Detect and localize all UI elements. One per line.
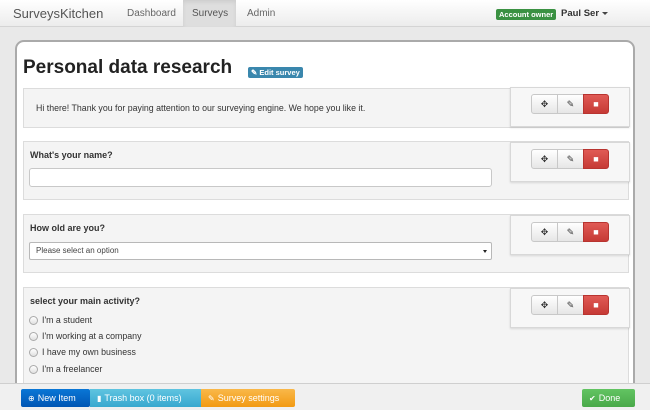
delete-button[interactable]: ■ <box>583 295 609 315</box>
check-icon: ✔ <box>589 394 596 403</box>
edit-button[interactable]: ✎ <box>557 94 584 114</box>
move-button[interactable]: ✥ <box>531 94 558 114</box>
survey-block-intro: Hi there! Thank you for paying attention… <box>23 87 630 128</box>
move-icon: ✥ <box>540 99 549 109</box>
radio-label: I'm a freelancer <box>42 364 103 374</box>
block-toolbar: ✥ ✎ ■ <box>510 142 630 182</box>
caret-down-icon <box>602 11 609 15</box>
wrench-icon: ✎ <box>208 394 215 403</box>
pencil-icon: ✎ <box>566 300 575 310</box>
edit-button[interactable]: ✎ <box>557 149 584 169</box>
move-button[interactable]: ✥ <box>531 295 558 315</box>
radio-label: I have my own business <box>42 347 136 357</box>
survey-editor-panel: Personal data research ✎ Edit survey Hi … <box>15 40 635 400</box>
done-button[interactable]: ✔ Done <box>582 389 635 407</box>
trash-icon: ■ <box>593 227 599 237</box>
question-label: How old are you? <box>30 223 106 233</box>
survey-settings-button[interactable]: ✎ Survey settings <box>201 389 295 407</box>
trash-icon: ▮ <box>97 394 102 403</box>
radio-button[interactable] <box>29 332 38 341</box>
block-toolbar: ✥ ✎ ■ <box>510 288 630 328</box>
new-item-label: New Item <box>37 393 76 403</box>
question-label: select your main activity? <box>30 296 141 306</box>
radio-button[interactable] <box>29 348 38 357</box>
move-button[interactable]: ✥ <box>531 222 558 242</box>
survey-block-name: What's your name? ✥ ✎ ■ <box>23 141 630 200</box>
move-button[interactable]: ✥ <box>531 149 558 169</box>
page-title: Personal data research <box>23 57 233 78</box>
account-owner-badge: Account owner <box>496 9 557 20</box>
top-navbar: SurveysKitchen Dashboard Surveys Admin A… <box>0 0 650 27</box>
block-toolbar: ✥ ✎ ■ <box>510 215 630 255</box>
survey-settings-label: Survey settings <box>217 393 280 403</box>
new-item-button[interactable]: ⊕ New Item <box>21 389 90 407</box>
pencil-icon: ✎ <box>566 227 575 237</box>
user-name: Paul Ser <box>561 8 600 19</box>
trash-icon: ■ <box>593 154 599 164</box>
edit-button[interactable]: ✎ <box>557 295 584 315</box>
question-label: What's your name? <box>30 150 113 160</box>
brand-logo[interactable]: SurveysKitchen <box>13 6 103 21</box>
move-icon: ✥ <box>540 227 549 237</box>
intro-text: Hi there! Thank you for paying attention… <box>36 103 366 113</box>
user-menu[interactable]: Paul Ser <box>561 8 609 19</box>
radio-button[interactable] <box>29 316 38 325</box>
plus-circle-icon: ⊕ <box>28 394 35 403</box>
nav-surveys[interactable]: Surveys <box>183 0 236 27</box>
bottom-toolbar: ⊕ New Item ▮ Trash box (0 items) ✎ Survey s… <box>0 383 650 410</box>
move-icon: ✥ <box>540 154 549 164</box>
dropdown-arrow-icon <box>483 250 487 253</box>
delete-button[interactable]: ■ <box>583 149 609 169</box>
trash-box-button[interactable]: ▮ Trash box (0 items) <box>90 389 201 407</box>
trash-icon: ■ <box>593 99 599 109</box>
edit-survey-button[interactable]: ✎ Edit survey <box>248 67 303 78</box>
radio-label: I'm a student <box>42 315 93 325</box>
block-toolbar: ✥ ✎ ■ <box>510 87 630 127</box>
pencil-icon: ✎ <box>566 99 575 109</box>
nav-dashboard[interactable]: Dashboard <box>118 0 185 27</box>
pencil-icon: ✎ <box>251 68 258 77</box>
name-input[interactable] <box>29 168 492 187</box>
delete-button[interactable]: ■ <box>583 222 609 242</box>
trash-box-label: Trash box (0 items) <box>104 393 182 403</box>
trash-icon: ■ <box>593 300 599 310</box>
radio-label: I'm working at a company <box>42 331 142 341</box>
edit-button[interactable]: ✎ <box>557 222 584 242</box>
move-icon: ✥ <box>540 300 549 310</box>
age-select[interactable]: Please select an option <box>29 242 492 260</box>
nav-admin[interactable]: Admin <box>238 0 284 27</box>
done-label: Done <box>598 393 621 403</box>
select-value: Please select an option <box>36 246 119 255</box>
radio-button[interactable] <box>29 365 38 374</box>
edit-survey-label: Edit survey <box>259 68 300 77</box>
pencil-icon: ✎ <box>566 154 575 164</box>
delete-button[interactable]: ■ <box>583 94 609 114</box>
survey-block-age: How old are you? Please select an option… <box>23 214 630 273</box>
